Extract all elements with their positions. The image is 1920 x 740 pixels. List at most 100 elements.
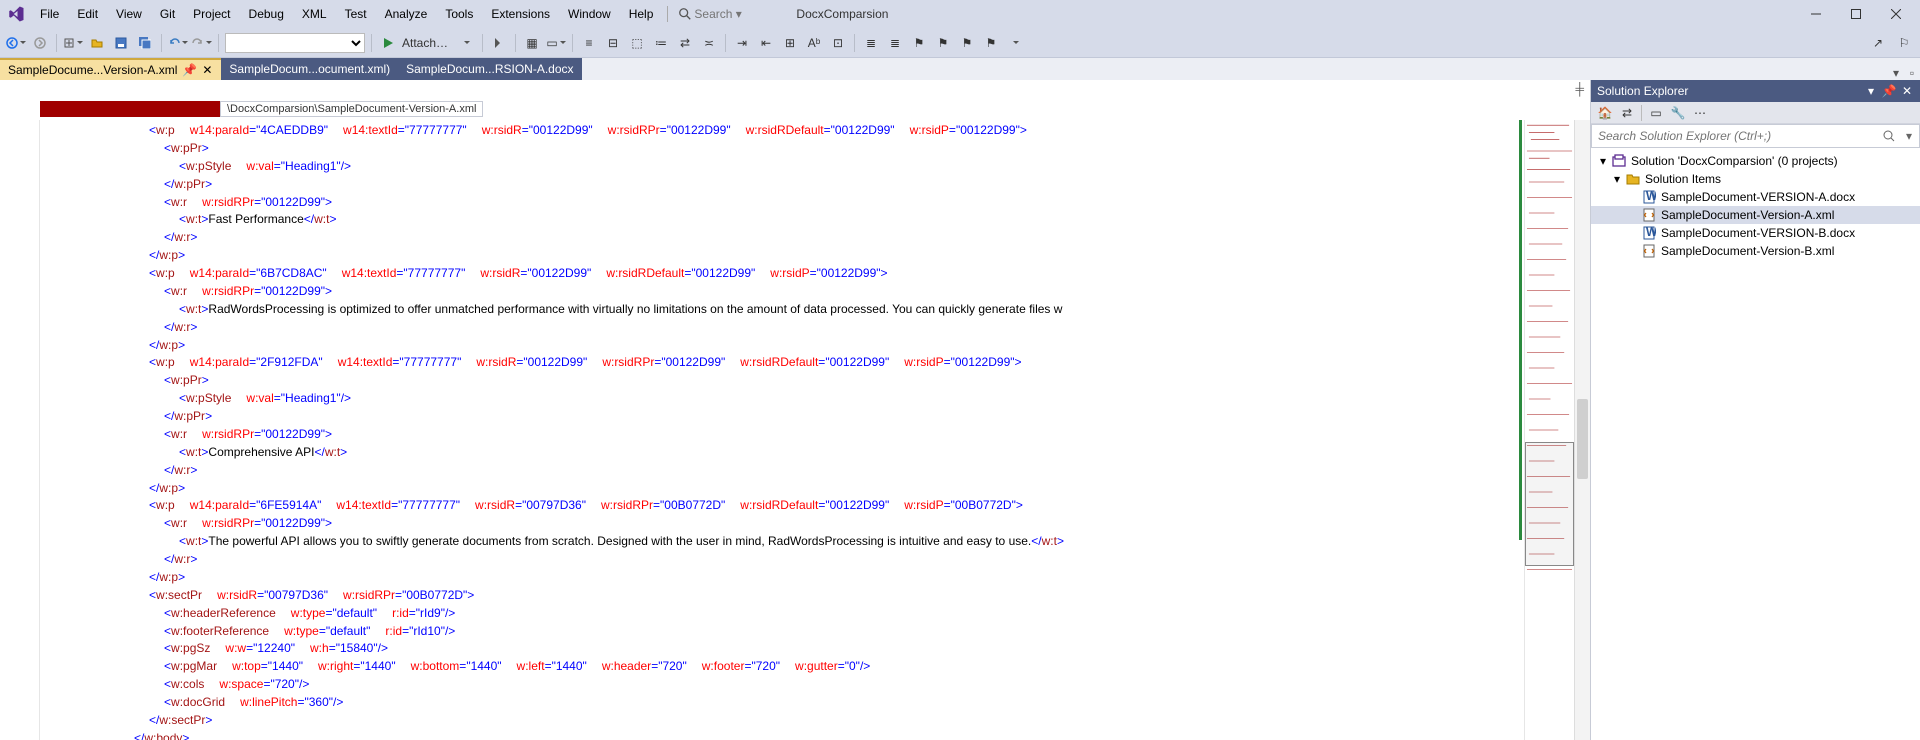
- solution-explorer: Solution Explorer ▾ 📌 ✕ 🏠 ⇄ ▭ 🔧 ⋯ ▾ ▾ So…: [1590, 80, 1920, 740]
- notifications-button[interactable]: ⚐: [1894, 33, 1914, 53]
- minimize-button[interactable]: [1796, 0, 1836, 28]
- save-button[interactable]: [111, 33, 131, 53]
- tool-btn-5[interactable]: ⬚: [627, 33, 647, 53]
- tool-btn-14[interactable]: ≣: [861, 33, 881, 53]
- bookmark-btn-2[interactable]: ⚑: [933, 33, 953, 53]
- tree-folder-label: Solution Items: [1645, 172, 1721, 186]
- tree-item[interactable]: W SampleDocument-VERSION-B.docx: [1591, 224, 1920, 242]
- toolbar: Attach… ▦ ▭ ≡ ⊟ ⬚ ≔ ⇄ ≍ ⇥ ⇤ ⊞ Aᵇ ⊡ ≣ ≣ ⚑…: [0, 28, 1920, 58]
- panel-pin-icon[interactable]: 📌: [1882, 84, 1896, 98]
- menu-xml[interactable]: XML: [294, 3, 335, 25]
- tab-active[interactable]: SampleDocume...Version-A.xml 📌 ✕: [0, 58, 221, 80]
- tree-solution-node[interactable]: ▾ Solution 'DocxComparsion' (0 projects): [1591, 152, 1920, 170]
- panel-close-icon[interactable]: ✕: [1900, 84, 1914, 98]
- tool-btn-11[interactable]: ⊞: [780, 33, 800, 53]
- bookmark-btn-1[interactable]: ⚑: [909, 33, 929, 53]
- tool-btn-2[interactable]: ▭: [546, 33, 566, 53]
- tree-item-label: SampleDocument-VERSION-B.docx: [1661, 226, 1855, 240]
- menu-edit[interactable]: Edit: [69, 3, 106, 25]
- menu-debug[interactable]: Debug: [241, 3, 292, 25]
- tab-pin-button[interactable]: ▫: [1904, 66, 1920, 80]
- docx-icon: W: [1641, 225, 1657, 241]
- split-handle[interactable]: ╪: [0, 80, 1590, 98]
- tree-item[interactable]: SampleDocument-Version-B.xml: [1591, 242, 1920, 260]
- search-dropdown-icon[interactable]: ▾: [1899, 129, 1919, 143]
- attach-dropdown[interactable]: [456, 33, 476, 53]
- se-switch-views-button[interactable]: ⇄: [1617, 103, 1637, 123]
- solution-explorer-search-input[interactable]: [1592, 129, 1879, 143]
- tree-solution-label: Solution 'DocxComparsion' (0 projects): [1631, 154, 1838, 168]
- minimap[interactable]: [1524, 120, 1574, 740]
- menu-analyze[interactable]: Analyze: [377, 3, 436, 25]
- tree-item[interactable]: SampleDocument-Version-A.xml: [1591, 206, 1920, 224]
- code-editor[interactable]: <w:p w14:paraId="4CAEDDB9" w14:textId="7…: [40, 120, 1518, 740]
- redo-button[interactable]: [192, 33, 212, 53]
- tool-btn-12[interactable]: Aᵇ: [804, 33, 824, 53]
- se-more-button[interactable]: ⋯: [1690, 103, 1710, 123]
- tool-btn-3[interactable]: ≡: [579, 33, 599, 53]
- share-button[interactable]: ↗: [1868, 33, 1888, 53]
- menu-tools[interactable]: Tools: [437, 3, 481, 25]
- nav-fwd-button[interactable]: [30, 33, 50, 53]
- tool-btn-10[interactable]: ⇤: [756, 33, 776, 53]
- tree-item-label: SampleDocument-Version-A.xml: [1661, 208, 1834, 222]
- tree-item[interactable]: W SampleDocument-VERSION-A.docx: [1591, 188, 1920, 206]
- undo-button[interactable]: [168, 33, 188, 53]
- chevron-down-icon[interactable]: ▾: [1597, 155, 1609, 167]
- menu-project[interactable]: Project: [185, 3, 238, 25]
- tool-btn-13[interactable]: ⊡: [828, 33, 848, 53]
- panel-dropdown-icon[interactable]: ▾: [1864, 84, 1878, 98]
- quick-search[interactable]: [678, 7, 774, 21]
- tool-btn-6[interactable]: ≔: [651, 33, 671, 53]
- minimap-viewport[interactable]: [1525, 442, 1574, 566]
- solution-explorer-search[interactable]: ▾: [1591, 124, 1920, 148]
- breadcrumb-path[interactable]: \DocxComparsion\SampleDocument-Version-A…: [220, 101, 483, 117]
- tool-btn-9[interactable]: ⇥: [732, 33, 752, 53]
- menu-help[interactable]: Help: [621, 3, 662, 25]
- tool-btn-7[interactable]: ⇄: [675, 33, 695, 53]
- solution-tree: ▾ Solution 'DocxComparsion' (0 projects)…: [1591, 148, 1920, 740]
- start-button[interactable]: [378, 33, 398, 53]
- se-home-button[interactable]: 🏠: [1595, 103, 1615, 123]
- attach-label[interactable]: Attach…: [402, 36, 452, 50]
- close-icon[interactable]: ✕: [201, 64, 213, 76]
- pin-icon[interactable]: 📌: [183, 64, 195, 76]
- tool-btn-8[interactable]: ≍: [699, 33, 719, 53]
- step-into-button[interactable]: [489, 33, 509, 53]
- new-item-button[interactable]: [63, 33, 83, 53]
- quick-search-input[interactable]: [694, 7, 774, 21]
- solution-explorer-title: Solution Explorer: [1597, 84, 1688, 98]
- search-icon[interactable]: [1879, 130, 1899, 142]
- vertical-scrollbar[interactable]: [1574, 120, 1590, 740]
- menu-git[interactable]: Git: [152, 3, 183, 25]
- editor-gutter[interactable]: [0, 120, 40, 740]
- tab-overflow-button[interactable]: ▾: [1888, 66, 1904, 80]
- menu-file[interactable]: File: [32, 3, 67, 25]
- bookmark-btn-4[interactable]: ⚑: [981, 33, 1001, 53]
- menu-view[interactable]: View: [108, 3, 150, 25]
- menu-extensions[interactable]: Extensions: [483, 3, 558, 25]
- tool-btn-16[interactable]: [1005, 33, 1025, 53]
- chevron-down-icon[interactable]: ▾: [1611, 173, 1623, 185]
- tab-second[interactable]: SampleDocum...ocument.xml): [221, 58, 398, 80]
- save-all-button[interactable]: [135, 33, 155, 53]
- close-button[interactable]: [1876, 0, 1916, 28]
- solution-config-dropdown[interactable]: [225, 33, 365, 53]
- open-file-button[interactable]: [87, 33, 107, 53]
- tool-btn-1[interactable]: ▦: [522, 33, 542, 53]
- tree-folder-node[interactable]: ▾ Solution Items: [1591, 170, 1920, 188]
- se-wrench-button[interactable]: 🔧: [1668, 103, 1688, 123]
- tab-active-label: SampleDocume...Version-A.xml: [8, 63, 177, 77]
- menu-test[interactable]: Test: [337, 3, 375, 25]
- tab-third[interactable]: SampleDocum...RSION-A.docx: [398, 58, 581, 80]
- se-nested-button[interactable]: ▭: [1646, 103, 1666, 123]
- document-tabs: SampleDocume...Version-A.xml 📌 ✕ SampleD…: [0, 58, 1920, 80]
- maximize-button[interactable]: [1836, 0, 1876, 28]
- menu-window[interactable]: Window: [560, 3, 619, 25]
- tool-btn-15[interactable]: ≣: [885, 33, 905, 53]
- tree-item-label: SampleDocument-VERSION-A.docx: [1661, 190, 1855, 204]
- bookmark-btn-3[interactable]: ⚑: [957, 33, 977, 53]
- scroll-thumb[interactable]: [1577, 399, 1588, 479]
- tool-btn-4[interactable]: ⊟: [603, 33, 623, 53]
- nav-back-button[interactable]: [6, 33, 26, 53]
